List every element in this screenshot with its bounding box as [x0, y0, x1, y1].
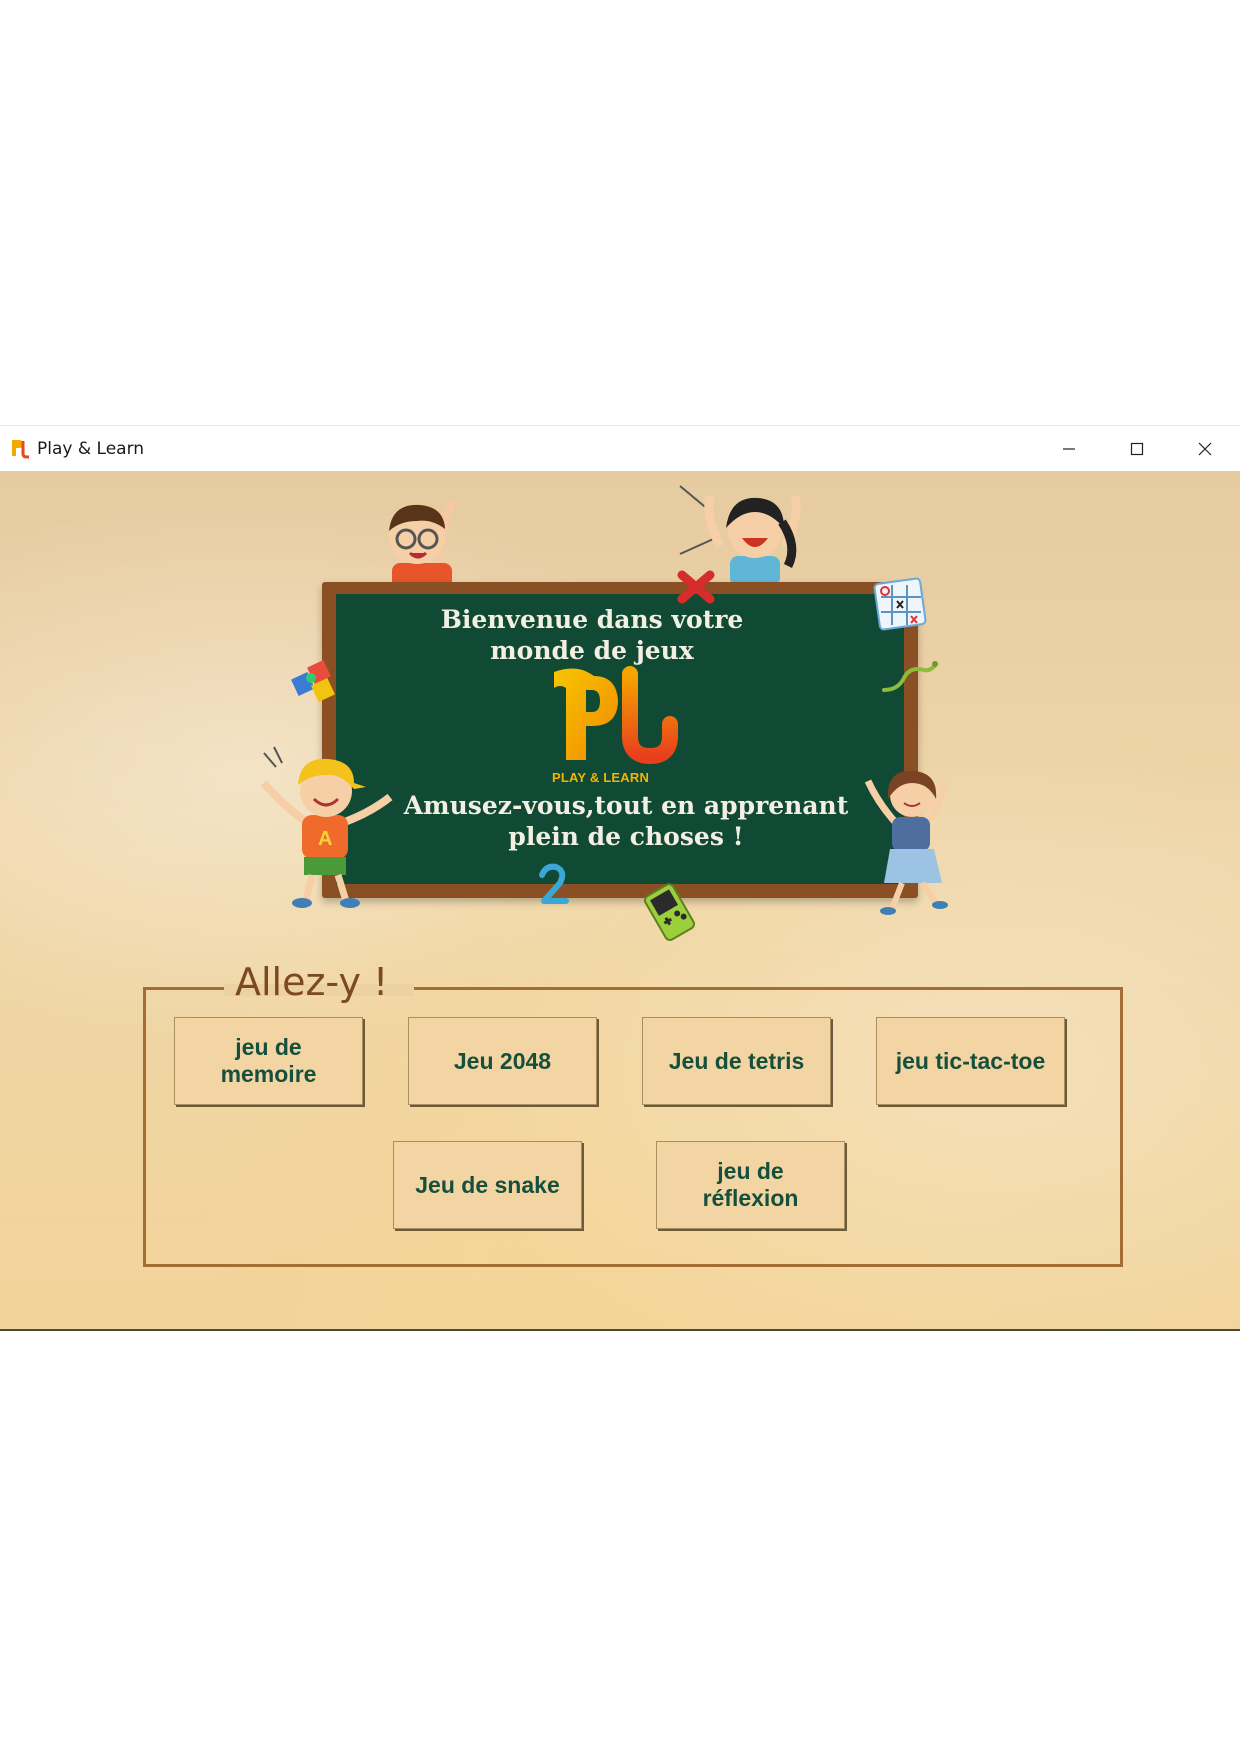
reflexion-game-label-line2: réflexion: [702, 1185, 799, 1211]
number-two-icon: [539, 863, 569, 904]
game-2048-button[interactable]: Jeu 2048: [408, 1017, 597, 1105]
blackboard-surface: Bienvenue dans votre monde de jeux PLAY …: [336, 594, 904, 884]
snake-game-button[interactable]: Jeu de snake: [393, 1141, 582, 1229]
reflexion-game-label: jeu de réflexion: [703, 1158, 799, 1212]
close-button[interactable]: [1171, 426, 1239, 472]
main-content: Bienvenue dans votre monde de jeux PLAY …: [0, 471, 1240, 1329]
games-legend: Allez-y !: [235, 960, 389, 1004]
window-bottom-border: [0, 1329, 1240, 1331]
reflexion-game-label-line1: jeu de: [717, 1158, 784, 1184]
tictactoe-game-label: jeu tic-tac-toe: [895, 1047, 1046, 1074]
pl-logo-icon: [12, 440, 29, 459]
minimize-icon: [1063, 448, 1075, 450]
game-2048-label: Jeu 2048: [453, 1047, 552, 1074]
close-icon: [1198, 442, 1212, 456]
game-console-icon: [643, 883, 696, 941]
tictactoe-game-button[interactable]: jeu tic-tac-toe: [876, 1017, 1065, 1105]
logo-caption: PLAY & LEARN: [552, 770, 650, 785]
girl-dancing-character: [864, 770, 948, 915]
reflexion-game-button[interactable]: jeu de réflexion: [656, 1141, 845, 1229]
puzzle-pieces-icon: [291, 660, 335, 702]
red-x-icon: [677, 570, 715, 604]
memory-game-label-line2: memoire: [220, 1061, 317, 1087]
memory-game-button[interactable]: jeu de memoire: [174, 1017, 363, 1105]
app-window: Play & Learn Bienvenue dans votre monde …: [0, 425, 1240, 1330]
tetris-game-button[interactable]: Jeu de tetris: [642, 1017, 831, 1105]
svg-text:A: A: [318, 828, 332, 850]
welcome-subtitle-line2: plein de choses !: [508, 822, 744, 851]
boy-cap-character: A: [260, 746, 393, 908]
snake-game-label: Jeu de snake: [415, 1171, 560, 1198]
welcome-blackboard: Bienvenue dans votre monde de jeux PLAY …: [322, 582, 918, 898]
memory-game-label: jeu de memoire: [221, 1034, 317, 1088]
play-learn-logo: [554, 666, 678, 765]
welcome-title: Bienvenue dans votre monde de jeux: [308, 604, 876, 666]
welcome-title-line1: Bienvenue dans votre: [440, 605, 744, 634]
maximize-icon: [1130, 442, 1144, 456]
welcome-subtitle-line1: Amusez-vous,tout en apprenant: [403, 791, 849, 820]
boy-glasses-character: [389, 499, 457, 591]
memory-game-label-line1: jeu de: [235, 1034, 302, 1060]
tetris-game-label: Jeu de tetris: [668, 1047, 805, 1074]
tic-tac-toe-card-icon: [873, 577, 927, 631]
maximize-button[interactable]: [1103, 426, 1171, 472]
games-group: Allez-y ! jeu de memoire Jeu 2048 Jeu de …: [143, 960, 1123, 1267]
welcome-title-line2: monde de jeux: [490, 636, 694, 665]
snake-icon: [882, 661, 938, 692]
minimize-button[interactable]: [1035, 426, 1103, 472]
window-title: Play & Learn: [37, 439, 145, 459]
title-bar[interactable]: Play & Learn: [0, 425, 1240, 472]
welcome-subtitle: Amusez-vous,tout en apprenant plein de c…: [342, 790, 910, 852]
